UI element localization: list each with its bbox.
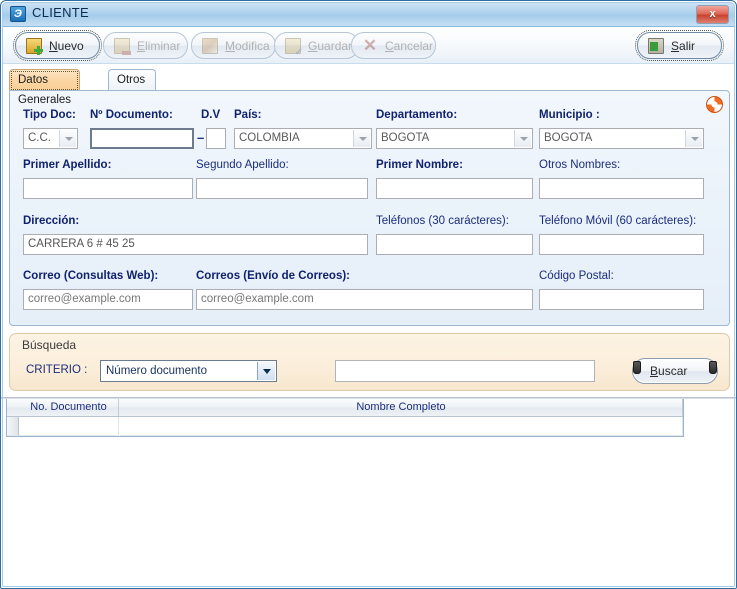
primer-apellido-label: Primer Apellido: [23, 159, 112, 171]
busqueda-group: Búsqueda CRITERIO : Número documento Bus… [9, 333, 730, 391]
correo-consultas-input[interactable]: correo@example.com [23, 289, 193, 310]
primer-nombre-input[interactable] [376, 178, 533, 199]
chevron-down-icon[interactable] [514, 130, 531, 147]
salir-button-label: Salir [671, 38, 696, 53]
correos-envio-input[interactable]: correo@example.com [196, 289, 533, 310]
codigo-postal-input[interactable] [539, 289, 704, 310]
telefonos-label: Teléfonos (30 carácteres): [376, 215, 509, 227]
telefono-movil-input[interactable] [539, 234, 704, 255]
departamento-select[interactable]: BOGOTA [376, 128, 533, 149]
municipio-value: BOGOTA [544, 132, 593, 144]
chevron-down-icon[interactable] [685, 130, 702, 147]
municipio-select[interactable]: BOGOTA [539, 128, 704, 149]
empty-content-area [3, 438, 736, 588]
guardar-button[interactable]: Guardar [274, 32, 359, 59]
pais-value: COLOMBIA [239, 132, 300, 144]
delete-document-icon [114, 37, 131, 55]
otros-nombres-input[interactable] [539, 178, 704, 199]
municipio-label: Municipio : [539, 109, 600, 121]
search-input[interactable] [335, 360, 595, 382]
segundo-apellido-label: Segundo Apellido: [196, 159, 289, 171]
direccion-label: Dirección: [23, 215, 80, 227]
correos-envio-label: Correos (Envío de Correos): [196, 270, 350, 282]
pencil-edit-icon [202, 37, 218, 54]
tab-focus-ring [11, 71, 79, 90]
chevron-down-icon[interactable] [59, 130, 76, 147]
guardar-button-label: Guardar [308, 38, 353, 53]
num-documento-label: Nº Documento: [90, 109, 173, 121]
window-title: CLIENTE [32, 5, 90, 20]
eliminar-button[interactable]: Eliminar [103, 32, 188, 59]
save-document-icon [285, 37, 303, 58]
table-row-cell-nombre-completo[interactable] [120, 417, 683, 436]
exit-door-icon [648, 37, 664, 54]
tipo-doc-select[interactable]: C.C. [23, 128, 78, 149]
direccion-input[interactable]: CARRERA 6 # 45 25 [23, 234, 368, 255]
app-icon: Э [10, 6, 26, 22]
departamento-value: BOGOTA [381, 132, 430, 144]
results-grid[interactable]: No. Documento Nombre Completo [6, 399, 684, 437]
chevron-down-icon[interactable] [353, 130, 370, 147]
nuevo-button[interactable]: Nuevo [13, 30, 102, 61]
telefonos-input[interactable] [376, 234, 533, 255]
cliente-window: Э CLIENTE x Nuevo Eliminar Modifica Guar… [0, 0, 737, 589]
tipo-doc-label: Tipo Doc: [23, 109, 76, 121]
salir-button[interactable]: Salir [635, 30, 724, 61]
segundo-apellido-input[interactable] [196, 178, 368, 199]
new-document-icon [26, 37, 43, 55]
table-row-cell-no-documento[interactable] [19, 417, 119, 436]
criterio-value: Número documento [106, 365, 207, 377]
buscar-button-label: Buscar [650, 364, 688, 378]
main-toolbar: Nuevo Eliminar Modifica Guardar ✕ Cancel… [3, 28, 734, 64]
eliminar-button-label: Eliminar [137, 38, 181, 53]
correo-consultas-label: Correo (Consultas Web): [23, 270, 159, 282]
primer-apellido-input[interactable] [23, 178, 193, 199]
close-icon[interactable]: x [696, 5, 729, 24]
modificar-button-label: Modifica [225, 38, 270, 53]
window-titlebar: Э CLIENTE x [2, 2, 735, 27]
datos-generales-panel: Tipo Doc: Nº Documento: D.V País: Depart… [9, 90, 730, 326]
modificar-button[interactable]: Modifica [191, 32, 276, 59]
cancelar-button[interactable]: ✕ Cancelar [351, 32, 436, 59]
tipo-doc-value: C.C. [28, 132, 51, 144]
results-grid-header: No. Documento Nombre Completo [7, 399, 683, 417]
dv-input[interactable] [206, 128, 226, 149]
codigo-postal-label: Código Postal: [539, 270, 614, 282]
pais-select[interactable]: COLOMBIA [234, 128, 372, 149]
departamento-label: Departamento: [376, 109, 458, 121]
cancelar-button-label: Cancelar [385, 38, 434, 53]
row-selector-cell[interactable] [7, 417, 19, 436]
documento-dv-separator: – [197, 130, 205, 145]
primer-nombre-label: Primer Nombre: [376, 159, 463, 171]
buscar-button[interactable]: Buscar [632, 358, 718, 384]
cancel-x-icon: ✕ [362, 35, 378, 55]
lifesaver-help-icon[interactable] [706, 96, 723, 113]
otros-nombres-label: Otros Nombres: [539, 159, 621, 171]
column-header-nombre-completo[interactable]: Nombre Completo [120, 399, 683, 416]
criterio-label: CRITERIO : [26, 364, 88, 376]
chevron-down-icon[interactable] [257, 362, 275, 380]
tab-datos-generales[interactable]: Datos Generales [9, 69, 81, 106]
telefono-movil-label: Teléfono Móvil (60 carácteres): [539, 215, 697, 227]
criterio-select[interactable]: Número documento [100, 360, 277, 382]
nuevo-button-label: Nuevo [49, 38, 84, 53]
dv-label: D.V [201, 109, 221, 121]
column-header-no-documento[interactable]: No. Documento [19, 399, 119, 416]
tab-otros-datos[interactable]: Otros Datos [108, 69, 157, 106]
num-documento-input[interactable] [90, 128, 194, 149]
pais-label: País: [234, 109, 262, 121]
busqueda-group-title: Búsqueda [22, 338, 77, 352]
